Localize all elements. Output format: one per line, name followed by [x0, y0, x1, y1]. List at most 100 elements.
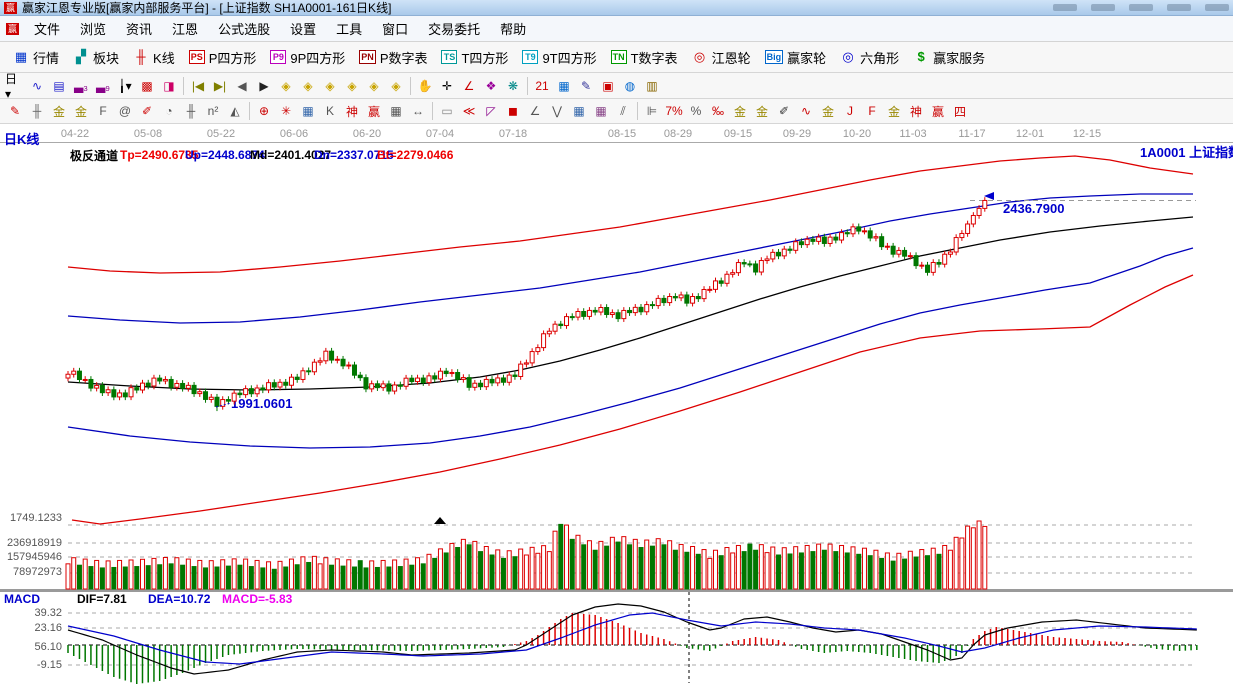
p-table-button[interactable]: PNP数字表 — [352, 45, 434, 70]
seven-percent-tool-icon[interactable]: 7% — [663, 101, 685, 121]
pen-grid-tool-icon[interactable]: ✐ — [136, 101, 158, 121]
kline-button[interactable]: ╫K线 — [126, 45, 182, 70]
ying-angle-tool-icon[interactable]: 赢 — [927, 101, 949, 121]
period-selector-icon[interactable]: 日 ▾ — [4, 76, 26, 96]
ying-grid-tool-icon[interactable]: 赢 — [363, 101, 385, 121]
n-square-tool-icon[interactable]: n² — [202, 101, 224, 121]
j-angle-tool-icon[interactable]: J — [839, 101, 861, 121]
box-tool-icon[interactable]: ▭ — [436, 101, 458, 121]
scale-tool-icon[interactable]: ⊫ — [641, 101, 663, 121]
gold-circle-tool-icon[interactable]: 金 — [729, 101, 751, 121]
quotes-button[interactable]: ▦行情 — [6, 45, 66, 70]
gann-tool-teal-icon[interactable]: ❋ — [502, 76, 524, 96]
first-bar-button-icon[interactable]: |◀ — [187, 76, 209, 96]
gold-angle-2-tool-icon[interactable]: 金 — [883, 101, 905, 121]
crosshair-tool-icon[interactable]: ✛ — [436, 76, 458, 96]
chart-9-icon-icon[interactable]: ▃₉ — [92, 76, 114, 96]
menu-item-1[interactable]: 浏览 — [70, 16, 116, 41]
chart-3-icon-icon[interactable]: ▃₃ — [70, 76, 92, 96]
menu-item-2[interactable]: 资讯 — [116, 16, 162, 41]
detail-list-icon-icon[interactable]: ▤ — [48, 76, 70, 96]
kline-chart-canvas[interactable] — [0, 125, 1233, 684]
t-table-button[interactable]: TNT数字表 — [604, 45, 685, 70]
menu-item-4[interactable]: 公式选股 — [208, 16, 280, 41]
menu-item-8[interactable]: 交易委托 — [418, 16, 490, 41]
parallel-lines-tool-icon[interactable]: ⫽ — [612, 101, 634, 121]
last-bar-button-icon[interactable]: ▶| — [209, 76, 231, 96]
grid-dot-2-tool-icon[interactable]: ▦ — [590, 101, 612, 121]
gann-grid-tool-icon[interactable]: ╫ — [26, 101, 48, 121]
gold-level-tool-icon[interactable]: 金 — [751, 101, 773, 121]
calculator-button-icon[interactable]: ▦ — [553, 76, 575, 96]
save-button-icon[interactable]: ▣ — [597, 76, 619, 96]
winner-wheel-button[interactable]: Big赢家轮 — [758, 45, 834, 70]
workstation-button-icon[interactable]: ▥ — [641, 76, 663, 96]
double-angle-tool-icon[interactable]: ∠ — [524, 101, 546, 121]
menu-item-5[interactable]: 设置 — [280, 16, 326, 41]
wave-tool-icon[interactable]: ⋁ — [546, 101, 568, 121]
dark-fan-tool-icon[interactable]: ◼ — [502, 101, 524, 121]
curve-pattern-icon-icon[interactable]: ∿ — [26, 76, 48, 96]
sectors-button[interactable]: ▞板块 — [66, 45, 126, 70]
diamond-compress-icon-icon[interactable]: ◈ — [341, 76, 363, 96]
volume-profile-icon-icon[interactable]: ◨ — [158, 76, 180, 96]
fan-tool-icon[interactable]: ≪ — [458, 101, 480, 121]
gann-wheel-button[interactable]: ◎江恩轮 — [685, 45, 758, 70]
menu-item-3[interactable]: 江恩 — [162, 16, 208, 41]
width-measure-tool-icon[interactable]: ↔ — [407, 101, 429, 121]
winner-service-button[interactable]: $赢家服务 — [906, 45, 992, 70]
gann-web-tool-icon[interactable]: ✳ — [275, 101, 297, 121]
gold-grid-2-tool-icon[interactable]: 金 — [70, 101, 92, 121]
diamond-full-icon-icon[interactable]: ◈ — [385, 76, 407, 96]
diamond-left-icon-icon[interactable]: ◈ — [275, 76, 297, 96]
9t-square-button[interactable]: T99T四方形 — [515, 45, 603, 70]
t-square-button[interactable]: TST四方形 — [434, 45, 515, 70]
hexagon-button[interactable]: ◎六角形 — [833, 45, 906, 70]
menu-item-9[interactable]: 帮助 — [490, 16, 536, 41]
shen-grid-tool-icon[interactable]: 神 — [341, 101, 363, 121]
shen-angle-tool-icon[interactable]: 神 — [905, 101, 927, 121]
diamond-expand-icon-icon[interactable]: ◈ — [363, 76, 385, 96]
pen-tool-icon[interactable]: ✎ — [4, 101, 26, 121]
titlebar-control-icon[interactable] — [1091, 4, 1115, 11]
menu-item-7[interactable]: 窗口 — [372, 16, 418, 41]
titlebar[interactable]: 赢 赢家江恩专业版[赢家内部服务平台] - [上证指数 SH1A0001-161… — [0, 0, 1233, 16]
permille-tool-icon[interactable]: ‰ — [707, 101, 729, 121]
angle-measure-tool-icon[interactable]: ∠ — [458, 76, 480, 96]
percent-tool-icon[interactable]: % — [685, 101, 707, 121]
candle-style-selector-icon[interactable]: ╽▾ — [114, 76, 136, 96]
p-square-button[interactable]: PSP四方形 — [182, 45, 264, 70]
four-angle-tool-icon[interactable]: 四 — [949, 101, 971, 121]
menu-item-6[interactable]: 工具 — [326, 16, 372, 41]
grid-dot-tool-icon[interactable]: ▦ — [568, 101, 590, 121]
prev-bar-button-icon[interactable]: ◀ — [231, 76, 253, 96]
9p-square-button[interactable]: P99P四方形 — [263, 45, 352, 70]
menu-item-0[interactable]: 文件 — [24, 16, 70, 41]
spiral-tool-icon[interactable]: @ — [114, 101, 136, 121]
k-measure-tool-icon[interactable]: K — [319, 101, 341, 121]
titlebar-control-icon[interactable] — [1053, 4, 1077, 11]
f-angle-tool-icon[interactable]: F — [861, 101, 883, 121]
hand-tool-icon[interactable]: ✋ — [414, 76, 436, 96]
network-button-icon[interactable]: ◍ — [619, 76, 641, 96]
next-bar-button-icon[interactable]: ▶ — [253, 76, 275, 96]
gann-pattern-icon-icon[interactable]: ▩ — [136, 76, 158, 96]
target-circle-tool-icon[interactable]: ⊕ — [253, 101, 275, 121]
web-grid-tool-icon[interactable]: ▦ — [297, 101, 319, 121]
calendar-button-icon[interactable]: 21 — [531, 76, 553, 96]
titlebar-control-icon[interactable] — [1129, 4, 1153, 11]
notes-button-icon[interactable]: ✎ — [575, 76, 597, 96]
gann-tool-purple-icon[interactable]: ❖ — [480, 76, 502, 96]
grid-tool-icon[interactable]: ╫ — [180, 101, 202, 121]
chart-area[interactable]: 04-2205-0805-2206-0606-2007-0407-1808-15… — [0, 125, 1233, 684]
gold-angle-tool-icon[interactable]: 金 — [817, 101, 839, 121]
titlebar-controls[interactable] — [1053, 4, 1229, 11]
gold-grid-tool-icon[interactable]: 金 — [48, 101, 70, 121]
time-cycle-tool-icon[interactable]: ◔ — [158, 101, 180, 121]
mirror-tool-icon[interactable]: ◭ — [224, 101, 246, 121]
ruler-grid-tool-icon[interactable]: ▦ — [385, 101, 407, 121]
pen-2-tool-icon[interactable]: ✐ — [773, 101, 795, 121]
titlebar-control-icon[interactable] — [1167, 4, 1191, 11]
diamond-right-icon-icon[interactable]: ◈ — [297, 76, 319, 96]
titlebar-control-icon[interactable] — [1205, 4, 1229, 11]
